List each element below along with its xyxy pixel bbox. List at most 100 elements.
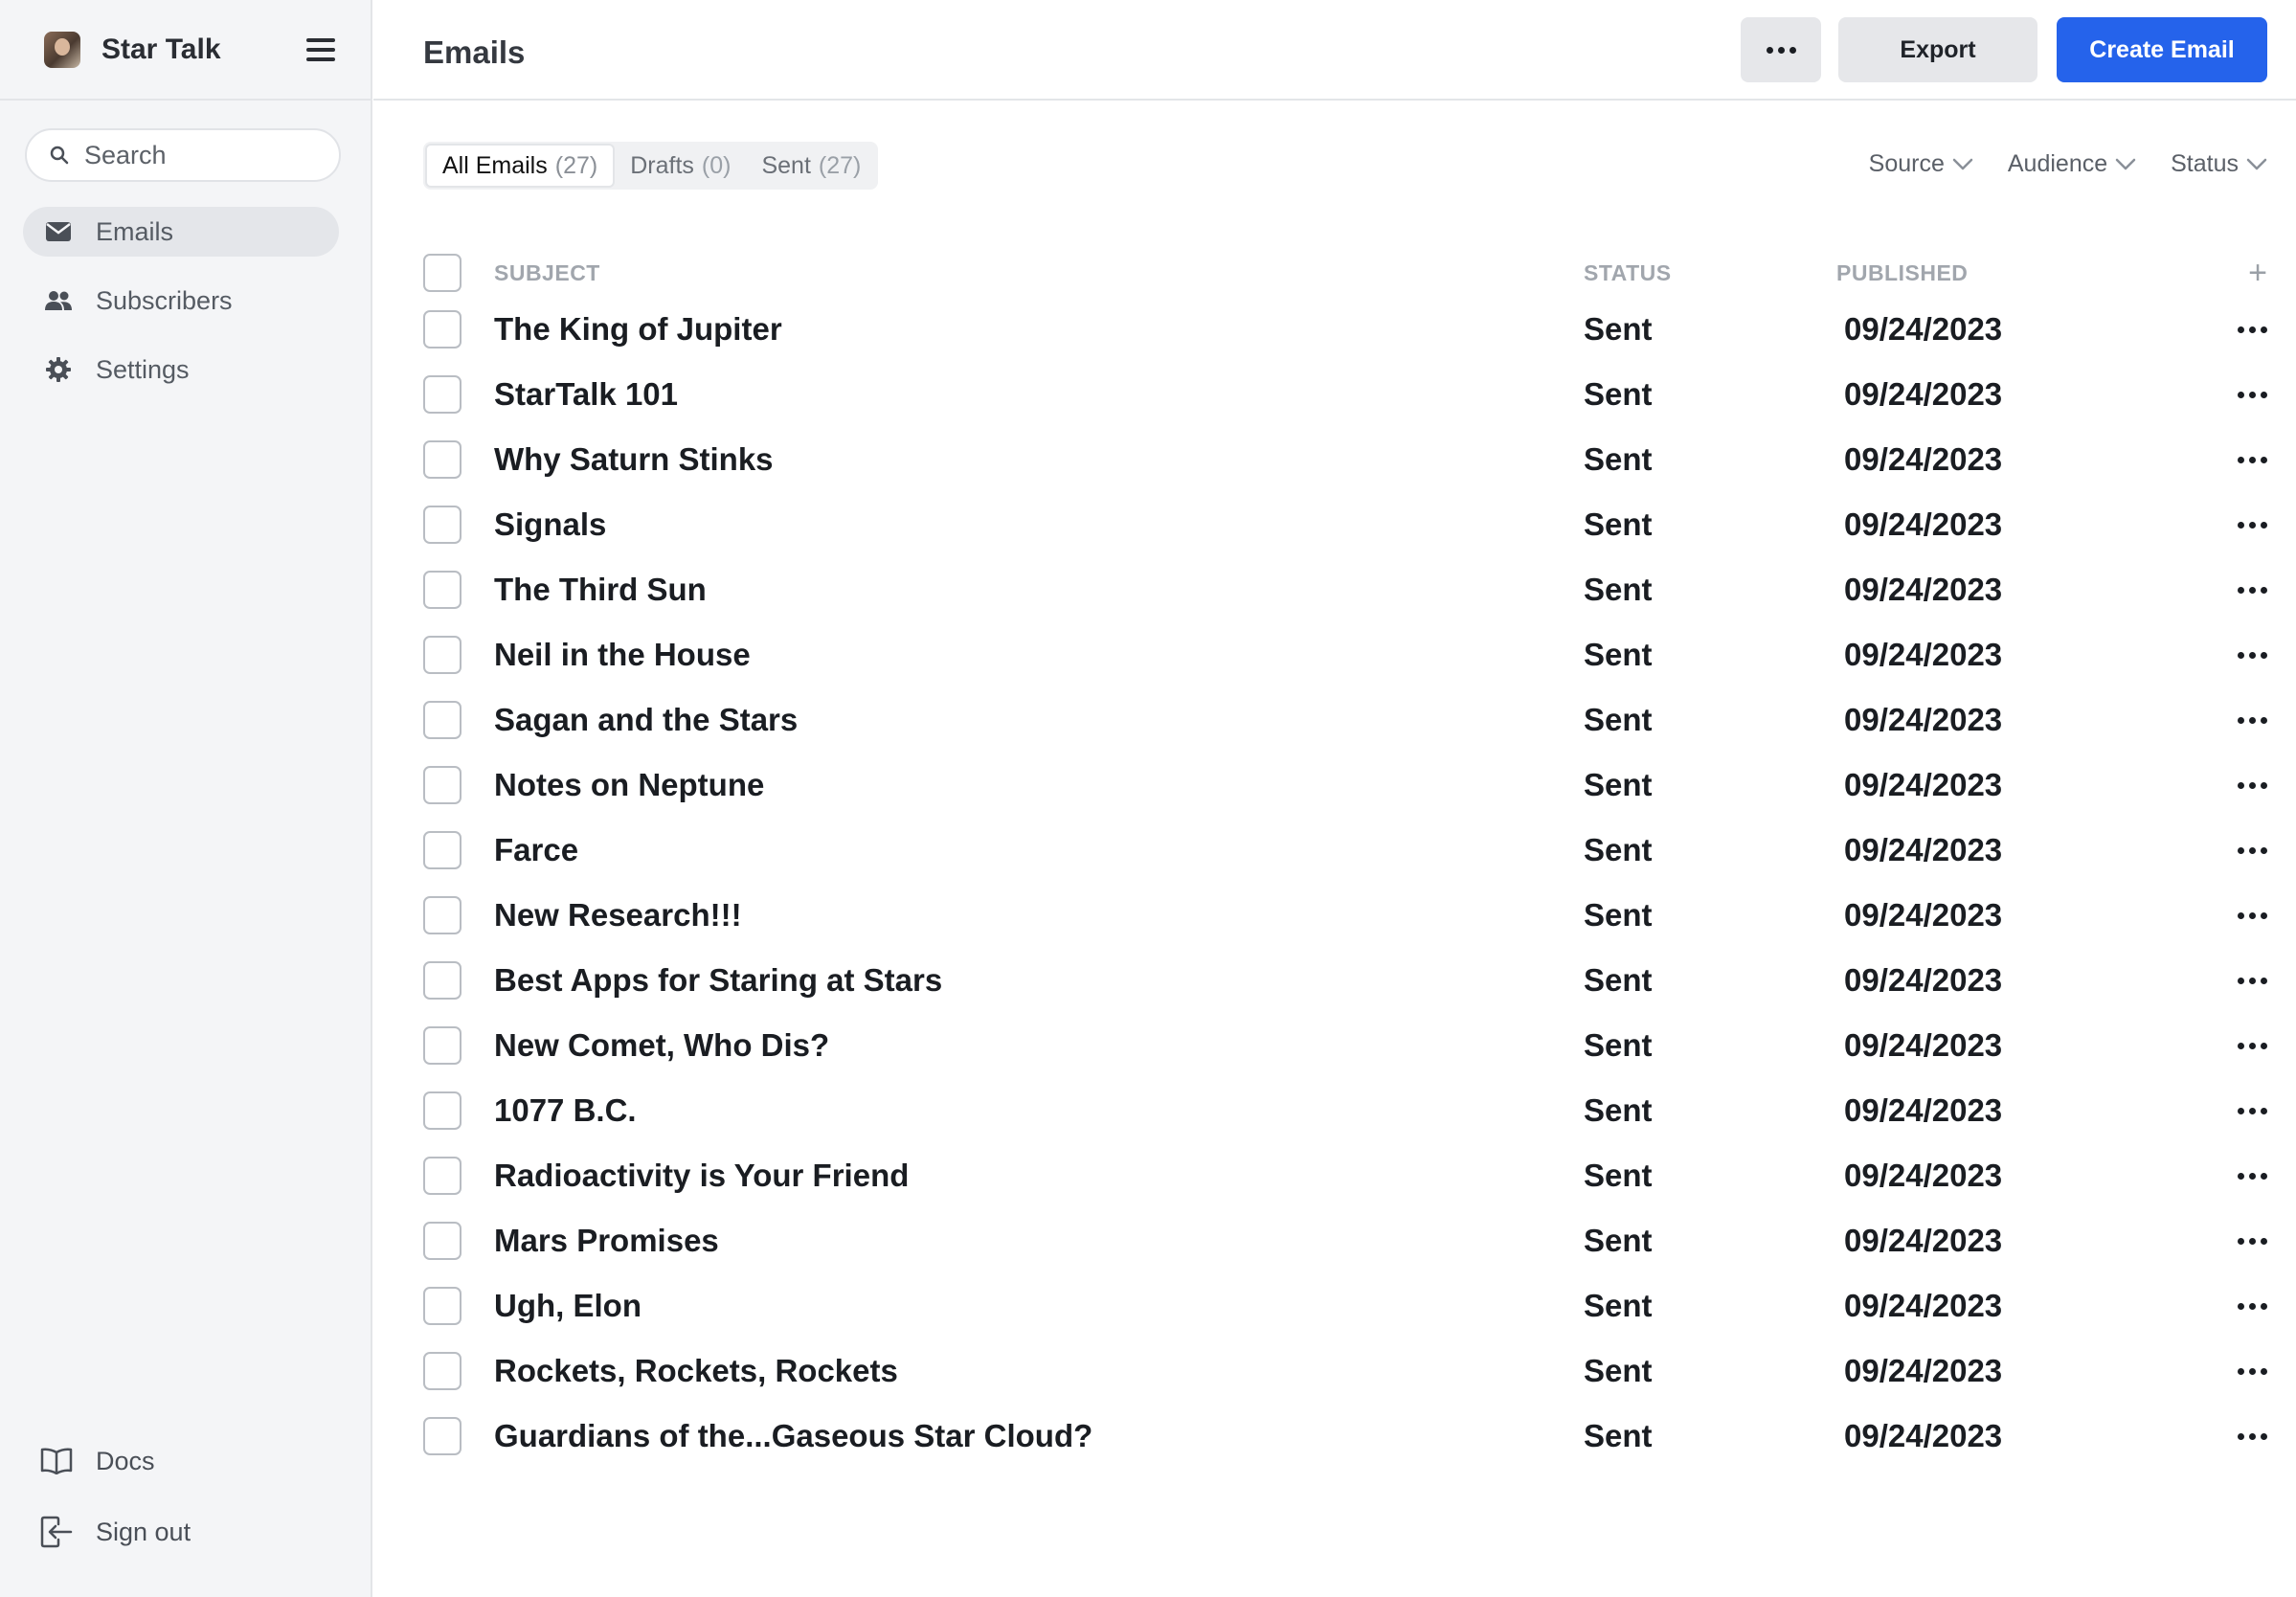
email-published-date: 09/24/2023 <box>1844 767 2003 802</box>
ellipsis-icon <box>2238 781 2267 789</box>
row-checkbox[interactable] <box>423 701 461 739</box>
docs-link[interactable]: Docs <box>38 1436 191 1486</box>
row-checkbox[interactable] <box>423 896 461 934</box>
row-checkbox[interactable] <box>423 636 461 674</box>
email-published-date: 09/24/2023 <box>1844 637 2003 672</box>
row-actions-button[interactable] <box>2200 1172 2267 1180</box>
sign-out-icon <box>38 1514 75 1550</box>
app-name: Star Talk <box>101 33 221 65</box>
row-checkbox[interactable] <box>423 1157 461 1195</box>
filter-status[interactable]: Status <box>2171 150 2267 178</box>
table-header: SUBJECT STATUS PUBLISHED + <box>423 249 2267 297</box>
table-row[interactable]: Neil in the House Sent 09/24/2023 <box>423 622 2267 687</box>
create-email-button[interactable]: Create Email <box>2057 17 2267 82</box>
row-checkbox[interactable] <box>423 310 461 349</box>
column-header-status: STATUS <box>1584 259 1672 285</box>
avatar <box>44 31 80 68</box>
table-row[interactable]: Why Saturn Stinks Sent 09/24/2023 <box>423 427 2267 492</box>
sign-out-link[interactable]: Sign out <box>38 1507 191 1557</box>
filter-audience[interactable]: Audience <box>2008 150 2136 178</box>
menu-icon[interactable] <box>306 38 335 61</box>
email-status: Sent <box>1584 572 1653 607</box>
row-actions-button[interactable] <box>2200 1367 2267 1375</box>
table-row[interactable]: Rockets, Rockets, Rockets Sent 09/24/2023 <box>423 1338 2267 1404</box>
search-box[interactable] <box>25 128 341 182</box>
email-published-date: 09/24/2023 <box>1844 1353 2003 1388</box>
table-row[interactable]: Best Apps for Staring at Stars Sent 09/24/… <box>423 948 2267 1013</box>
more-options-button[interactable] <box>1741 17 1821 82</box>
table-row[interactable]: StarTalk 101 Sent 09/24/2023 <box>423 362 2267 427</box>
row-checkbox[interactable] <box>423 1352 461 1390</box>
tab-drafts[interactable]: Drafts (0) <box>615 144 746 188</box>
table-row[interactable]: Notes on Neptune Sent 09/24/2023 <box>423 753 2267 818</box>
row-checkbox[interactable] <box>423 961 461 1000</box>
row-checkbox[interactable] <box>423 375 461 414</box>
email-status: Sent <box>1584 376 1653 412</box>
row-checkbox[interactable] <box>423 571 461 609</box>
row-actions-button[interactable] <box>2200 651 2267 659</box>
email-published-date: 09/24/2023 <box>1844 832 2003 867</box>
tab-label: Sent <box>761 151 811 179</box>
row-actions-button[interactable] <box>2200 1107 2267 1114</box>
table-row[interactable]: Farce Sent 09/24/2023 <box>423 818 2267 883</box>
emails-table: SUBJECT STATUS PUBLISHED + The King of J… <box>423 249 2267 1469</box>
table-row[interactable]: Guardians of the...Gaseous Star Cloud? Se… <box>423 1404 2267 1469</box>
row-actions-button[interactable] <box>2200 1237 2267 1245</box>
gear-icon <box>44 355 73 384</box>
tab-sent[interactable]: Sent (27) <box>746 144 876 188</box>
ellipsis-icon <box>2238 716 2267 724</box>
table-row[interactable]: Radioactivity is Your Friend Sent 09/24/20… <box>423 1143 2267 1208</box>
tab-label: All Emails <box>442 151 548 179</box>
row-checkbox[interactable] <box>423 1222 461 1260</box>
table-row[interactable]: Signals Sent 09/24/2023 <box>423 492 2267 557</box>
sidebar-item-settings[interactable]: Settings <box>23 345 339 394</box>
row-checkbox[interactable] <box>423 440 461 479</box>
table-row[interactable]: Mars Promises Sent 09/24/2023 <box>423 1208 2267 1273</box>
row-actions-button[interactable] <box>2200 977 2267 984</box>
row-checkbox[interactable] <box>423 1026 461 1065</box>
table-row[interactable]: Sagan and the Stars Sent 09/24/2023 <box>423 687 2267 753</box>
email-status: Sent <box>1584 1092 1653 1128</box>
table-row[interactable]: New Comet, Who Dis? Sent 09/24/2023 <box>423 1013 2267 1078</box>
row-actions-button[interactable] <box>2200 1042 2267 1049</box>
row-actions-button[interactable] <box>2200 1302 2267 1310</box>
filter-source[interactable]: Source <box>1869 150 1973 178</box>
add-column-icon[interactable]: + <box>2248 257 2267 289</box>
row-actions-button[interactable] <box>2200 586 2267 594</box>
export-button[interactable]: Export <box>1838 17 2037 82</box>
search-icon <box>50 146 69 165</box>
sidebar-item-emails[interactable]: Emails <box>23 207 339 257</box>
email-subject: The Third Sun <box>494 572 707 607</box>
table-row[interactable]: The King of Jupiter Sent 09/24/2023 <box>423 297 2267 362</box>
row-checkbox[interactable] <box>423 831 461 869</box>
row-actions-button[interactable] <box>2200 781 2267 789</box>
row-actions-button[interactable] <box>2200 911 2267 919</box>
row-actions-button[interactable] <box>2200 521 2267 529</box>
email-subject: Rockets, Rockets, Rockets <box>494 1353 898 1388</box>
sidebar-item-label: Emails <box>96 216 174 246</box>
row-actions-button[interactable] <box>2200 391 2267 398</box>
sidebar-item-subscribers[interactable]: Subscribers <box>23 276 339 326</box>
row-actions-button[interactable] <box>2200 456 2267 463</box>
table-row[interactable]: 1077 B.C. Sent 09/24/2023 <box>423 1078 2267 1143</box>
tab-all-emails[interactable]: All Emails (27) <box>425 144 616 188</box>
email-subject: Farce <box>494 832 579 867</box>
table-row[interactable]: Ugh, Elon Sent 09/24/2023 <box>423 1273 2267 1338</box>
row-checkbox[interactable] <box>423 766 461 804</box>
row-actions-button[interactable] <box>2200 846 2267 854</box>
row-actions-button[interactable] <box>2200 326 2267 333</box>
email-subject: Signals <box>494 506 607 542</box>
row-actions-button[interactable] <box>2200 1432 2267 1440</box>
row-actions-button[interactable] <box>2200 716 2267 724</box>
table-row[interactable]: The Third Sun Sent 09/24/2023 <box>423 557 2267 622</box>
email-subject: Why Saturn Stinks <box>494 441 774 477</box>
select-all-checkbox[interactable] <box>423 254 461 292</box>
search-input[interactable] <box>84 140 314 170</box>
row-checkbox[interactable] <box>423 506 461 544</box>
table-row[interactable]: New Research!!! Sent 09/24/2023 <box>423 883 2267 948</box>
email-subject: The King of Jupiter <box>494 311 782 347</box>
row-checkbox[interactable] <box>423 1091 461 1130</box>
row-checkbox[interactable] <box>423 1417 461 1455</box>
row-checkbox[interactable] <box>423 1287 461 1325</box>
ellipsis-icon <box>2238 326 2267 333</box>
